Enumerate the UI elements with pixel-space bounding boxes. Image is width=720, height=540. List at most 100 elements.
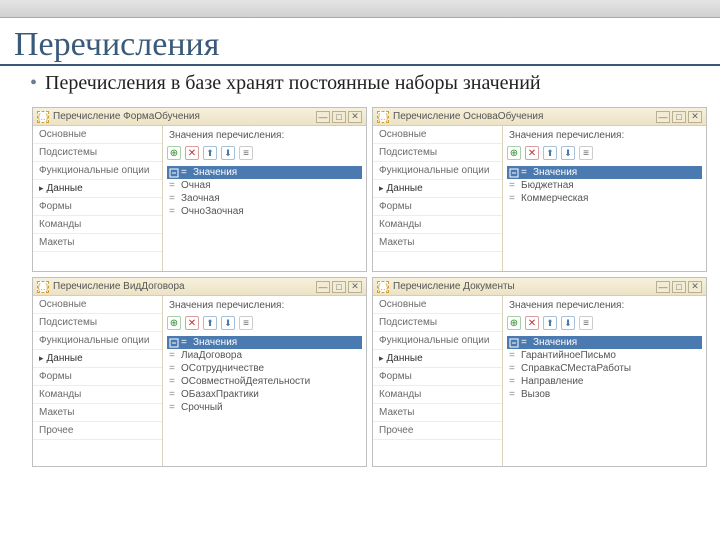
value-list: =Значения =Бюджетная =Коммерческая <box>507 166 702 205</box>
value-row-header[interactable]: =Значения <box>507 166 702 179</box>
enum-icon: {..} <box>37 281 49 293</box>
add-button[interactable]: ⊕ <box>167 316 181 330</box>
nav-item[interactable]: Основные <box>33 126 162 144</box>
titlebar[interactable]: {..} Перечисление Документы — □ ✕ <box>373 278 706 296</box>
move-up-button[interactable]: ⬆ <box>203 316 217 330</box>
value-row[interactable]: =ОСотрудничестве <box>167 362 362 375</box>
value-row[interactable]: =Направление <box>507 375 702 388</box>
enum-icon: {..} <box>377 111 389 123</box>
nav-item[interactable]: Подсистемы <box>33 314 162 332</box>
nav-item[interactable]: Функциональные опции <box>373 332 502 350</box>
value-row[interactable]: =ОБазахПрактики <box>167 388 362 401</box>
nav-item[interactable]: Формы <box>33 368 162 386</box>
nav-item[interactable]: Формы <box>373 198 502 216</box>
value-row[interactable]: =СправкаСМестаРаботы <box>507 362 702 375</box>
nav-item[interactable]: Формы <box>373 368 502 386</box>
delete-button[interactable]: ✕ <box>185 146 199 160</box>
more-button[interactable]: ≡ <box>579 146 593 160</box>
maximize-button[interactable]: □ <box>332 111 346 123</box>
value-row[interactable]: =Бюджетная <box>507 179 702 192</box>
nav-item[interactable]: Команды <box>373 386 502 404</box>
nav-item[interactable]: Функциональные опции <box>33 162 162 180</box>
nav-item-active[interactable]: Данные <box>373 350 502 368</box>
titlebar[interactable]: {..} Перечисление ФормаОбучения — □ ✕ <box>33 108 366 126</box>
values-label: Значения перечисления: <box>507 128 702 144</box>
enum-panel: {..} Перечисление ВидДоговора — □ ✕ Осно… <box>32 277 367 467</box>
enum-icon: {..} <box>37 111 49 123</box>
minimize-button[interactable]: — <box>656 281 670 293</box>
titlebar[interactable]: {..} Перечисление ОсноваОбучения — □ ✕ <box>373 108 706 126</box>
delete-button[interactable]: ✕ <box>525 146 539 160</box>
add-button[interactable]: ⊕ <box>507 146 521 160</box>
value-row[interactable]: =ОСовместнойДеятельности <box>167 375 362 388</box>
value-row[interactable]: =ЛиаДоговора <box>167 349 362 362</box>
nav-item[interactable]: Основные <box>33 296 162 314</box>
slide-bullet: •Перечисления в базе хранят постоянные н… <box>0 66 720 95</box>
delete-button[interactable]: ✕ <box>525 316 539 330</box>
maximize-button[interactable]: □ <box>672 281 686 293</box>
move-up-button[interactable]: ⬆ <box>203 146 217 160</box>
nav-item[interactable]: Макеты <box>373 234 502 252</box>
move-down-button[interactable]: ⬇ <box>221 146 235 160</box>
nav-list: Основные Подсистемы Функциональные опции… <box>33 126 163 271</box>
nav-item[interactable]: Прочее <box>373 422 502 440</box>
nav-item-active[interactable]: Данные <box>33 180 162 198</box>
nav-item[interactable]: Команды <box>33 386 162 404</box>
maximize-button[interactable]: □ <box>672 111 686 123</box>
move-up-button[interactable]: ⬆ <box>543 146 557 160</box>
nav-item[interactable]: Подсистемы <box>373 144 502 162</box>
window-title: Перечисление Документы <box>393 281 515 292</box>
delete-button[interactable]: ✕ <box>185 316 199 330</box>
nav-item-active[interactable]: Данные <box>33 350 162 368</box>
nav-item[interactable]: Функциональные опции <box>373 162 502 180</box>
minimize-button[interactable]: — <box>316 111 330 123</box>
nav-item[interactable]: Основные <box>373 296 502 314</box>
nav-item[interactable]: Команды <box>373 216 502 234</box>
value-row-header[interactable]: =Значения <box>167 336 362 349</box>
value-row-header[interactable]: =Значения <box>507 336 702 349</box>
close-button[interactable]: ✕ <box>688 281 702 293</box>
nav-item[interactable]: Функциональные опции <box>33 332 162 350</box>
close-button[interactable]: ✕ <box>688 111 702 123</box>
values-toolbar: ⊕ ✕ ⬆ ⬇ ≡ <box>507 144 702 164</box>
value-row[interactable]: =Вызов <box>507 388 702 401</box>
move-down-button[interactable]: ⬇ <box>561 146 575 160</box>
nav-item[interactable]: Команды <box>33 216 162 234</box>
nav-item[interactable]: Макеты <box>373 404 502 422</box>
minimize-button[interactable]: — <box>656 111 670 123</box>
screenshots-container: {..} Перечисление ФормаОбучения — □ ✕ Ос… <box>0 107 720 487</box>
maximize-button[interactable]: □ <box>332 281 346 293</box>
value-list: =Значения =ЛиаДоговора =ОСотрудничестве … <box>167 336 362 414</box>
value-row[interactable]: =ОчноЗаочная <box>167 205 362 218</box>
value-row[interactable]: =Заочная <box>167 192 362 205</box>
nav-item[interactable]: Подсистемы <box>33 144 162 162</box>
add-button[interactable]: ⊕ <box>167 146 181 160</box>
close-button[interactable]: ✕ <box>348 281 362 293</box>
values-toolbar: ⊕ ✕ ⬆ ⬇ ≡ <box>167 314 362 334</box>
more-button[interactable]: ≡ <box>239 316 253 330</box>
add-button[interactable]: ⊕ <box>507 316 521 330</box>
move-down-button[interactable]: ⬇ <box>221 316 235 330</box>
nav-item[interactable]: Формы <box>33 198 162 216</box>
more-button[interactable]: ≡ <box>239 146 253 160</box>
nav-item[interactable]: Макеты <box>33 234 162 252</box>
value-list: =Значения =ГарантийноеПисьмо =СправкаСМе… <box>507 336 702 401</box>
nav-item[interactable]: Прочее <box>33 422 162 440</box>
nav-list: Основные Подсистемы Функциональные опции… <box>373 296 503 466</box>
titlebar[interactable]: {..} Перечисление ВидДоговора — □ ✕ <box>33 278 366 296</box>
nav-item[interactable]: Основные <box>373 126 502 144</box>
nav-item-active[interactable]: Данные <box>373 180 502 198</box>
value-row[interactable]: =Очная <box>167 179 362 192</box>
value-row[interactable]: =Срочный <box>167 401 362 414</box>
value-row[interactable]: =Коммерческая <box>507 192 702 205</box>
value-row-header[interactable]: =Значения <box>167 166 362 179</box>
close-button[interactable]: ✕ <box>348 111 362 123</box>
move-up-button[interactable]: ⬆ <box>543 316 557 330</box>
nav-item[interactable]: Макеты <box>33 404 162 422</box>
minimize-button[interactable]: — <box>316 281 330 293</box>
value-row[interactable]: =ГарантийноеПисьмо <box>507 349 702 362</box>
move-down-button[interactable]: ⬇ <box>561 316 575 330</box>
window-title: Перечисление ОсноваОбучения <box>393 111 543 122</box>
nav-item[interactable]: Подсистемы <box>373 314 502 332</box>
more-button[interactable]: ≡ <box>579 316 593 330</box>
